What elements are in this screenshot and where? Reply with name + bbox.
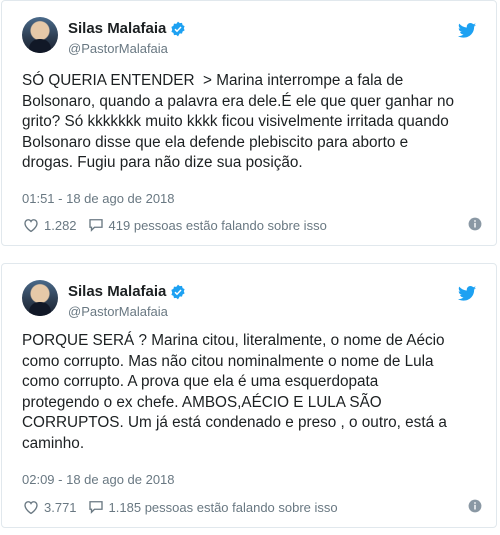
author-row: Silas Malafaia <box>68 20 186 37</box>
tweet-text: PORQUE SERÁ ? Marina citou, literalmente… <box>22 332 447 452</box>
like-count: 1.282 <box>44 217 77 233</box>
heart-icon <box>24 219 38 233</box>
twitter-bird-icon[interactable] <box>458 23 476 38</box>
tweet-timestamp[interactable]: 02:09 - 18 de ago de 2018 <box>22 472 175 487</box>
like-button[interactable]: 1.282 <box>22 216 77 234</box>
heart-icon <box>24 501 38 515</box>
conversation-count: 419 pessoas estão falando sobre isso <box>108 217 327 233</box>
tweet-actions: 3.771 1.185 pessoas estão falando sobre … <box>22 498 348 516</box>
author-row: Silas Malafaia <box>68 283 186 300</box>
info-icon[interactable] <box>468 499 482 513</box>
verified-badge-icon <box>171 284 185 299</box>
verified-badge-icon <box>171 21 185 36</box>
speech-bubble-icon <box>88 219 103 232</box>
conversation-link[interactable]: 419 pessoas estão falando sobre isso <box>87 216 327 234</box>
conversation-count: 1.185 pessoas estão falando sobre isso <box>108 499 338 515</box>
avatar[interactable] <box>22 17 58 53</box>
author-handle[interactable]: @PastorMalafaia <box>68 41 168 56</box>
tweet-timestamp[interactable]: 01:51 - 18 de ago de 2018 <box>22 191 175 206</box>
author-name[interactable]: Silas Malafaia <box>68 283 166 300</box>
tweet-actions: 1.282 419 pessoas estão falando sobre is… <box>22 216 337 234</box>
tweet-text: SÓ QUERIA ENTENDER > Marina interrompe a… <box>22 72 455 171</box>
like-button[interactable]: 3.771 <box>22 498 77 516</box>
tweet-card: Silas Malafaia @PastorMalafaia SÓ QUERIA… <box>1 0 497 246</box>
tweet-card: Silas Malafaia @PastorMalafaia PORQUE SE… <box>1 263 497 528</box>
author-name[interactable]: Silas Malafaia <box>68 20 166 37</box>
conversation-link[interactable]: 1.185 pessoas estão falando sobre isso <box>87 498 338 516</box>
like-count: 3.771 <box>44 499 77 515</box>
twitter-bird-icon[interactable] <box>458 286 476 301</box>
info-icon[interactable] <box>468 217 482 231</box>
avatar[interactable] <box>22 280 58 316</box>
speech-bubble-icon <box>88 501 103 514</box>
author-handle[interactable]: @PastorMalafaia <box>68 304 168 319</box>
